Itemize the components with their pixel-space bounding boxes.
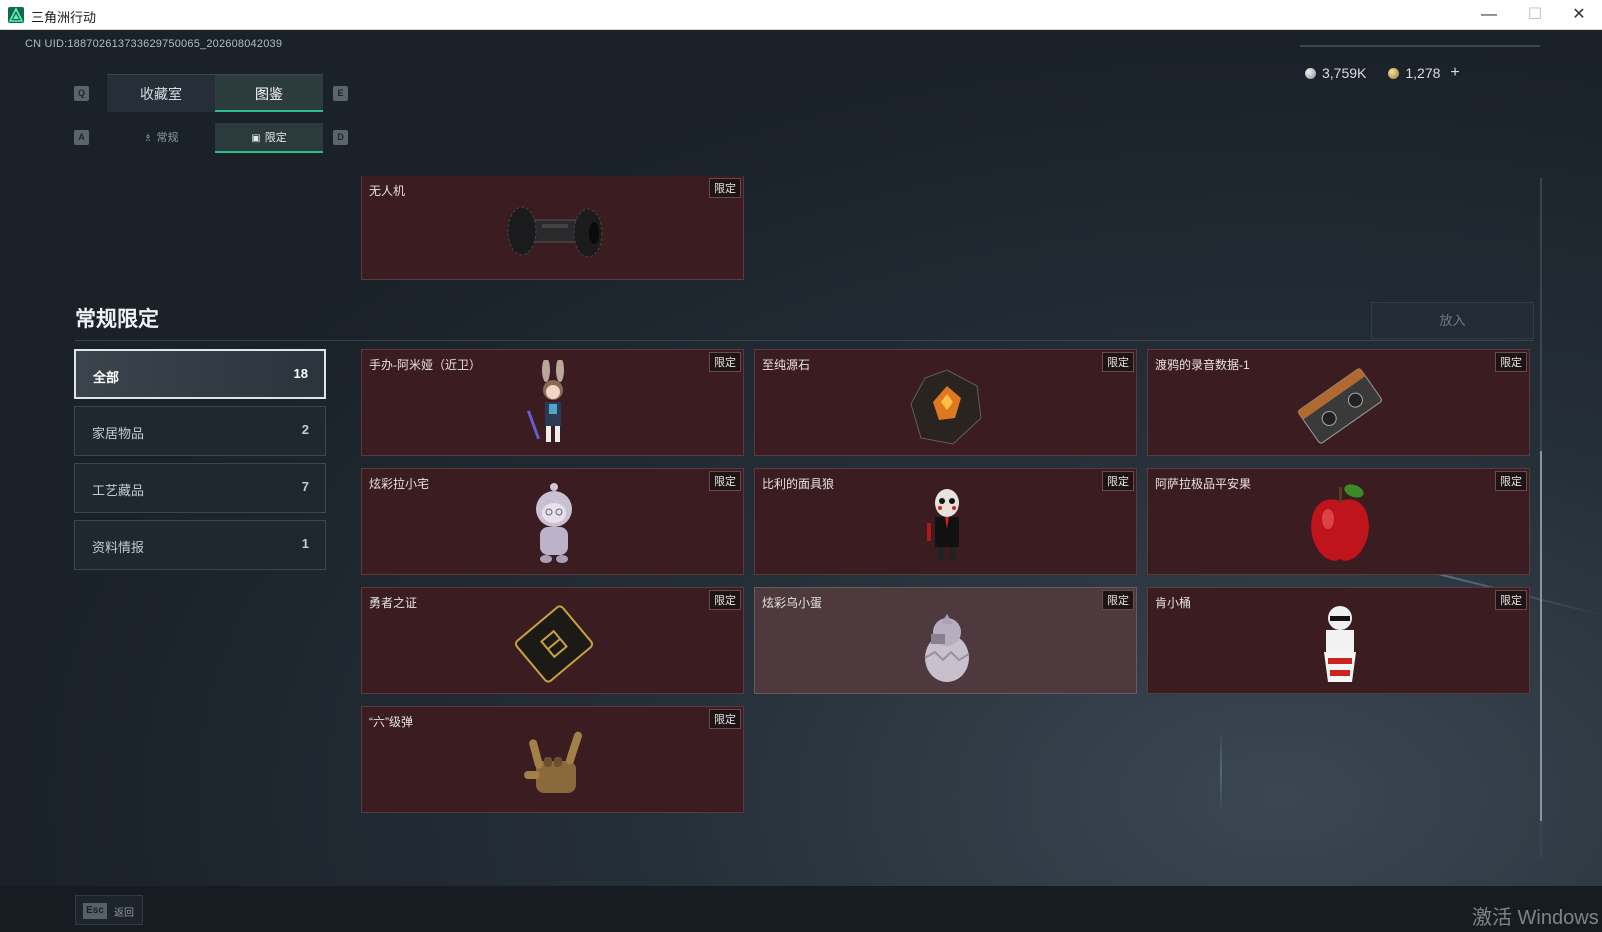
- item-card[interactable]: 勇者之证 限定: [361, 587, 744, 694]
- limited-badge: 限定: [709, 471, 741, 491]
- category-label: 工艺藏品: [92, 483, 145, 498]
- category-count: 1: [301, 536, 309, 551]
- limited-badge: 限定: [1102, 590, 1134, 610]
- colonel-bucket-icon: [1324, 606, 1356, 682]
- tab-codex[interactable]: 图鉴: [215, 74, 323, 112]
- footer-bar: [0, 886, 1602, 932]
- item-card[interactable]: 比利的面具狼 限定: [754, 468, 1137, 575]
- subtab-regular-label: 常规: [156, 132, 179, 144]
- gold-amount: 1,278: [1405, 65, 1441, 81]
- item-name: 肯小桶: [1155, 596, 1192, 610]
- section-title: 常规限定: [75, 308, 159, 331]
- item-name: 无人机: [369, 184, 406, 198]
- silver-amount: 3,759K: [1322, 65, 1367, 81]
- item-card[interactable]: 至纯源石 限定: [754, 349, 1137, 456]
- item-card[interactable]: “六”级弹 限定: [361, 706, 744, 813]
- back-button[interactable]: Esc 返回: [75, 895, 143, 925]
- key-hint-next-subtab: D: [333, 130, 348, 145]
- category-intel[interactable]: 资料情报 1: [74, 520, 326, 570]
- egg-bird-icon: [924, 614, 970, 682]
- header-divider: [1300, 45, 1540, 47]
- category-crafts[interactable]: 工艺藏品 7: [74, 463, 326, 513]
- item-name: 勇者之证: [369, 596, 418, 610]
- place-button[interactable]: 放入: [1371, 302, 1534, 339]
- background-streak: [1220, 731, 1222, 811]
- player-uid: CN UID:1887026137336297500​65_2026080420…: [25, 38, 283, 50]
- item-name: 渡鸦的录音数据-1: [1155, 358, 1250, 372]
- category-label: 全部: [93, 370, 120, 385]
- category-count: 2: [301, 422, 309, 437]
- category-label: 家居物品: [92, 426, 145, 441]
- add-currency-button[interactable]: +: [1450, 64, 1459, 82]
- esc-key-hint: Esc: [83, 903, 107, 919]
- billy-puppet-icon: [927, 489, 959, 561]
- originium-crystal-icon: [910, 369, 982, 445]
- category-home-items[interactable]: 家居物品 2: [74, 406, 326, 456]
- category-label: 资料情报: [92, 540, 145, 555]
- item-card[interactable]: 炫彩乌小蛋 限定: [754, 587, 1137, 694]
- subtab-limited[interactable]: ▣ 限定: [215, 123, 323, 153]
- tab-collection-room[interactable]: 收藏室: [107, 74, 215, 112]
- maximize-button[interactable]: ☐: [1512, 0, 1558, 30]
- category-count: 7: [301, 479, 309, 494]
- item-card[interactable]: 肯小桶 限定: [1147, 587, 1530, 694]
- item-name: 阿萨拉极品平安果: [1155, 477, 1252, 491]
- limited-badge: 限定: [709, 178, 741, 198]
- item-card[interactable]: 炫彩拉小宅 限定: [361, 468, 744, 575]
- limited-badge: 限定: [709, 590, 741, 610]
- item-name: 炫彩乌小蛋: [762, 596, 823, 610]
- category-all[interactable]: 全部 18: [74, 349, 326, 399]
- key-hint-next-tab: E: [333, 86, 348, 101]
- item-card-drone[interactable]: 无人机 限定: [361, 176, 744, 280]
- limited-badge: 限定: [709, 709, 741, 729]
- subtab-limited-label: 限定: [264, 132, 287, 144]
- drone-roller-icon: [507, 206, 603, 258]
- red-apple-icon: [1311, 484, 1369, 561]
- category-count: 18: [293, 366, 308, 381]
- minimize-button[interactable]: —: [1466, 0, 1512, 30]
- gold-card-icon: [514, 605, 594, 683]
- limited-badge: 限定: [1495, 471, 1527, 491]
- key-hint-prev-tab: Q: [74, 86, 89, 101]
- item-name: 至纯源石: [762, 358, 811, 372]
- item-card[interactable]: 渡鸦的录音数据-1 限定: [1147, 349, 1530, 456]
- hooded-figure-icon: [536, 483, 572, 563]
- gold-coin-icon: [1388, 67, 1400, 79]
- limited-badge: 限定: [1102, 471, 1134, 491]
- limited-badge: 限定: [1495, 352, 1527, 372]
- section-divider: [75, 340, 1534, 341]
- limited-badge: 限定: [1102, 352, 1134, 372]
- windows-activation-watermark: 激活 Windows: [1472, 907, 1599, 929]
- limited-badge: 限定: [709, 352, 741, 372]
- window-titlebar: 三角洲行动 — ☐ ✕: [0, 0, 1602, 30]
- subtab-regular[interactable]: ♗ 常规: [107, 123, 215, 153]
- item-name: “六”级弹: [369, 715, 413, 729]
- figure-rabbit-girl-icon: [526, 360, 564, 442]
- silver-coin-icon: [1305, 67, 1316, 79]
- rock-hand-icon: [524, 731, 583, 793]
- limited-badge: 限定: [1495, 590, 1527, 610]
- item-name: 比利的面具狼: [762, 477, 835, 491]
- scrollbar-thumb[interactable]: [1540, 451, 1542, 821]
- back-label: 返回: [114, 908, 134, 919]
- item-name: 手办-阿米娅（近卫）: [369, 358, 481, 372]
- window-title: 三角洲行动: [31, 10, 97, 25]
- item-card[interactable]: 阿萨拉极品平安果 限定: [1147, 468, 1530, 575]
- key-hint-prev-subtab: A: [74, 130, 89, 145]
- app-logo-icon: [8, 7, 24, 23]
- close-button[interactable]: ✕: [1556, 0, 1602, 30]
- game-viewport: CN UID:1887026137336297500​65_2026080420…: [0, 31, 1602, 932]
- item-name: 炫彩拉小宅: [369, 477, 430, 491]
- image-frame-icon: ▣: [251, 133, 261, 144]
- item-card[interactable]: 手办-阿米娅（近卫） 限定: [361, 349, 744, 456]
- regular-icon: ♗: [143, 133, 153, 144]
- currency-bar: 3,759K 1,278 +: [1305, 61, 1530, 85]
- cassette-tape-icon: [1297, 367, 1382, 444]
